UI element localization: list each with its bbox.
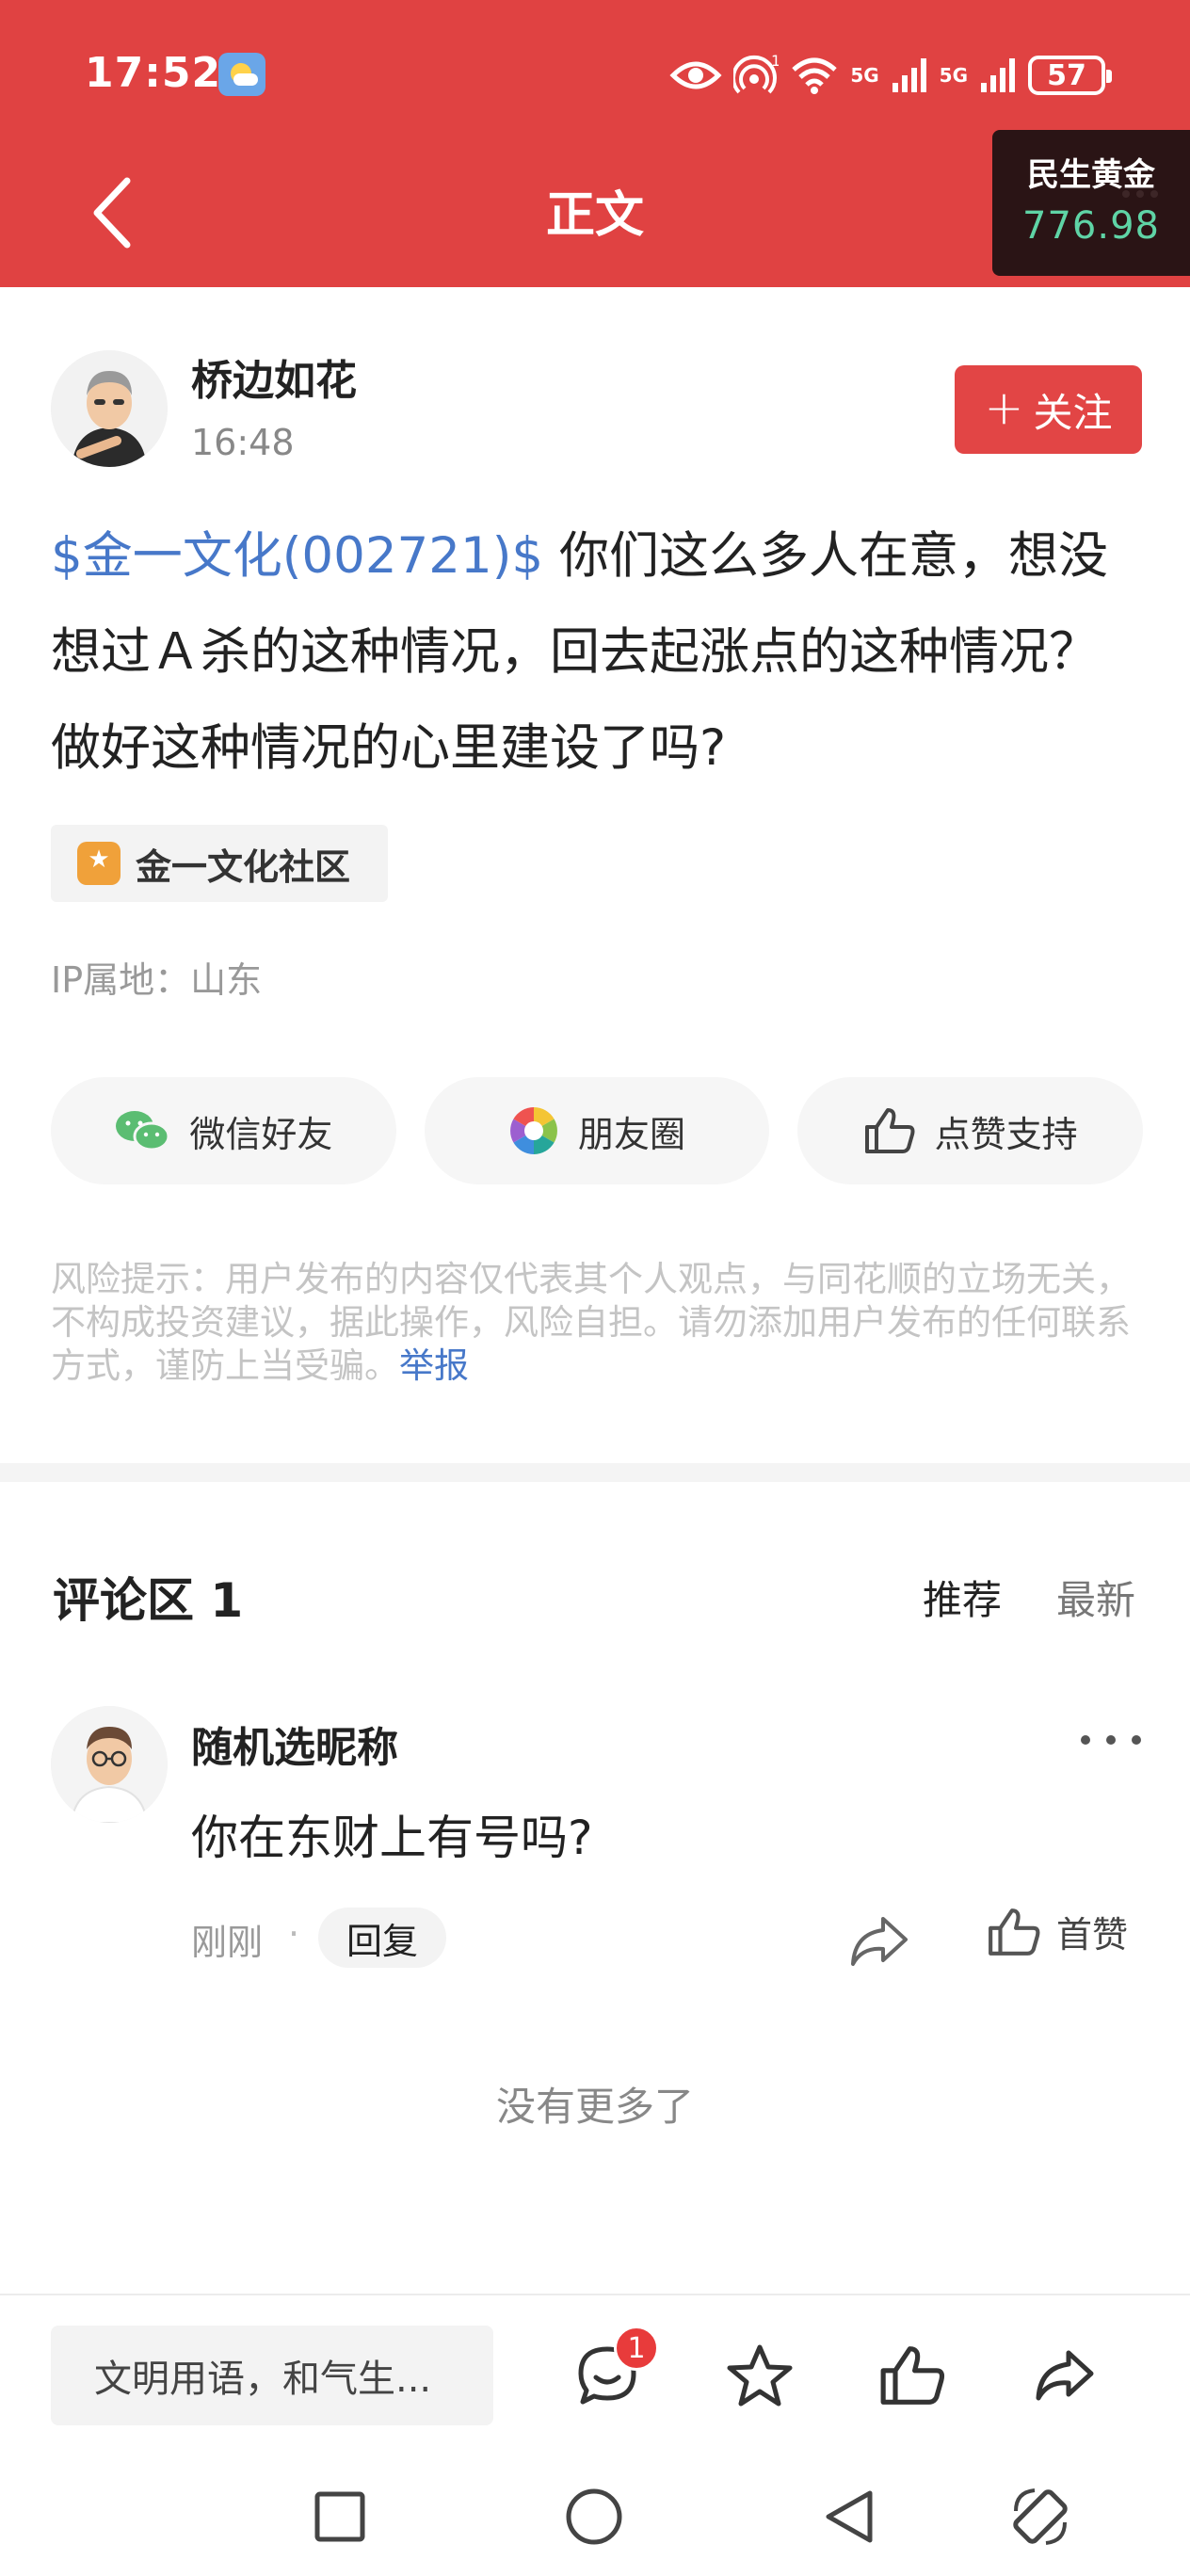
ticker-value: 776.98: [1022, 204, 1160, 248]
comment-time: 刚刚: [191, 1922, 264, 1963]
share-moments-button[interactable]: 朋友圈: [424, 1077, 770, 1184]
separator-dot: ·: [288, 1913, 300, 1955]
battery-icon: 57: [1028, 56, 1112, 95]
ticker-name: 民生黄金: [1027, 156, 1155, 194]
more-options-button[interactable]: [1081, 1721, 1141, 1759]
share-moments-label: 朋友圈: [578, 1113, 686, 1155]
post-content: $金一文化(002721)$ 你们这么多人在意，想没想过Ａ杀的这种情况，回去起涨…: [51, 508, 1143, 797]
signal-icon: [892, 58, 926, 92]
header: 17:52 1 5G 5G 57 正文 民生黄金 776.98: [0, 0, 1190, 287]
sim1-label: 5G: [850, 64, 879, 87]
square-icon: [314, 2491, 365, 2542]
share-button[interactable]: [1022, 2333, 1107, 2418]
weather-icon: [218, 53, 265, 96]
gold-ticker-widget[interactable]: 民生黄金 776.98: [992, 130, 1190, 276]
wifi-icon: [792, 57, 837, 94]
like-button[interactable]: [870, 2333, 955, 2418]
community-icon: [77, 842, 121, 885]
status-bar: 17:52 1 5G 5G 57: [0, 0, 1190, 151]
moments-icon: [510, 1107, 557, 1154]
like-support-button[interactable]: 点赞支持: [797, 1077, 1144, 1184]
ip-location: IP属地：山东: [51, 959, 263, 1001]
triangle-back-icon: [826, 2490, 873, 2543]
author-avatar[interactable]: [51, 350, 168, 467]
rotate-icon: [1013, 2488, 1068, 2545]
reply-button[interactable]: 回复: [318, 1908, 446, 1968]
bottom-action-bar: 文明用语，和气生... 1: [0, 2294, 1190, 2454]
system-back-button[interactable]: [806, 2474, 891, 2559]
community-tag[interactable]: 金一文化社区: [51, 825, 388, 902]
system-nav-bar: [0, 2454, 1190, 2576]
signal-icon: [981, 58, 1015, 92]
ticker-dots: [1122, 190, 1158, 198]
comment-count-badge: 1: [614, 2326, 659, 2371]
comment-share-button[interactable]: [845, 1908, 913, 1975]
comments-button[interactable]: 1: [565, 2326, 659, 2418]
star-icon: [727, 2344, 793, 2407]
community-label: 金一文化社区: [136, 845, 351, 888]
like-support-label: 点赞支持: [934, 1113, 1078, 1155]
commenter-name[interactable]: 随机选昵称: [191, 1714, 398, 1774]
status-icons: 1 5G 5G 57: [669, 49, 1112, 102]
nav-bar: 正文 民生黄金 776.98: [0, 130, 1190, 287]
thumb-up-icon: [864, 1108, 915, 1153]
comment-input[interactable]: 文明用语，和气生...: [51, 2326, 493, 2425]
hotspot-icon: 1: [733, 55, 779, 94]
report-link[interactable]: 举报: [399, 1345, 469, 1386]
section-divider: [0, 1463, 1190, 1482]
net-badge: 1: [771, 55, 779, 70]
post-time: 16:48: [191, 422, 295, 463]
comment-like-button[interactable]: 首赞: [987, 1906, 1128, 1957]
risk-notice: 风险提示：用户发布的内容仅代表其个人观点，与同花顺的立场无关，不构成投资建议，据…: [51, 1258, 1143, 1388]
risk-text: 风险提示：用户发布的内容仅代表其个人观点，与同花顺的立场无关，不构成投资建议，据…: [51, 1259, 1131, 1386]
comments-title: 评论区 1: [53, 1573, 244, 1628]
stock-link[interactable]: $金一文化(002721)$: [51, 527, 543, 585]
follow-button[interactable]: + 关注: [955, 365, 1142, 454]
home-button[interactable]: [552, 2474, 636, 2559]
sort-latest-tab[interactable]: 最新: [1056, 1569, 1135, 1626]
plus-icon: +: [984, 380, 1024, 435]
favorite-button[interactable]: [717, 2333, 802, 2418]
share-icon: [1036, 2350, 1094, 2401]
eye-icon: [669, 61, 722, 89]
share-icon: [851, 1917, 908, 1966]
share-wechat-button[interactable]: 微信好友: [51, 1077, 396, 1184]
follow-label: 关注: [1033, 389, 1113, 436]
commenter-avatar[interactable]: [51, 1706, 168, 1823]
rotate-button[interactable]: [998, 2474, 1083, 2559]
share-wechat-label: 微信好友: [189, 1113, 333, 1155]
comment-text: 你在东财上有号吗?: [191, 1811, 593, 1865]
sim2-label: 5G: [939, 64, 968, 87]
thumb-up-icon: [880, 2346, 945, 2405]
battery-level: 57: [1047, 58, 1086, 92]
thumb-up-icon: [989, 1908, 1040, 1956]
wechat-icon: [116, 1111, 170, 1151]
status-time: 17:52: [85, 49, 222, 97]
no-more-text: 没有更多了: [495, 2084, 694, 2130]
circle-icon: [566, 2488, 622, 2545]
comment-like-label: 首赞: [1056, 1914, 1129, 1956]
sort-recommended-tab[interactable]: 推荐: [923, 1569, 1002, 1626]
share-row: 微信好友 朋友圈 点赞支持: [51, 1077, 1144, 1184]
recents-button[interactable]: [298, 2474, 382, 2559]
author-name[interactable]: 桥边如花: [191, 346, 357, 407]
